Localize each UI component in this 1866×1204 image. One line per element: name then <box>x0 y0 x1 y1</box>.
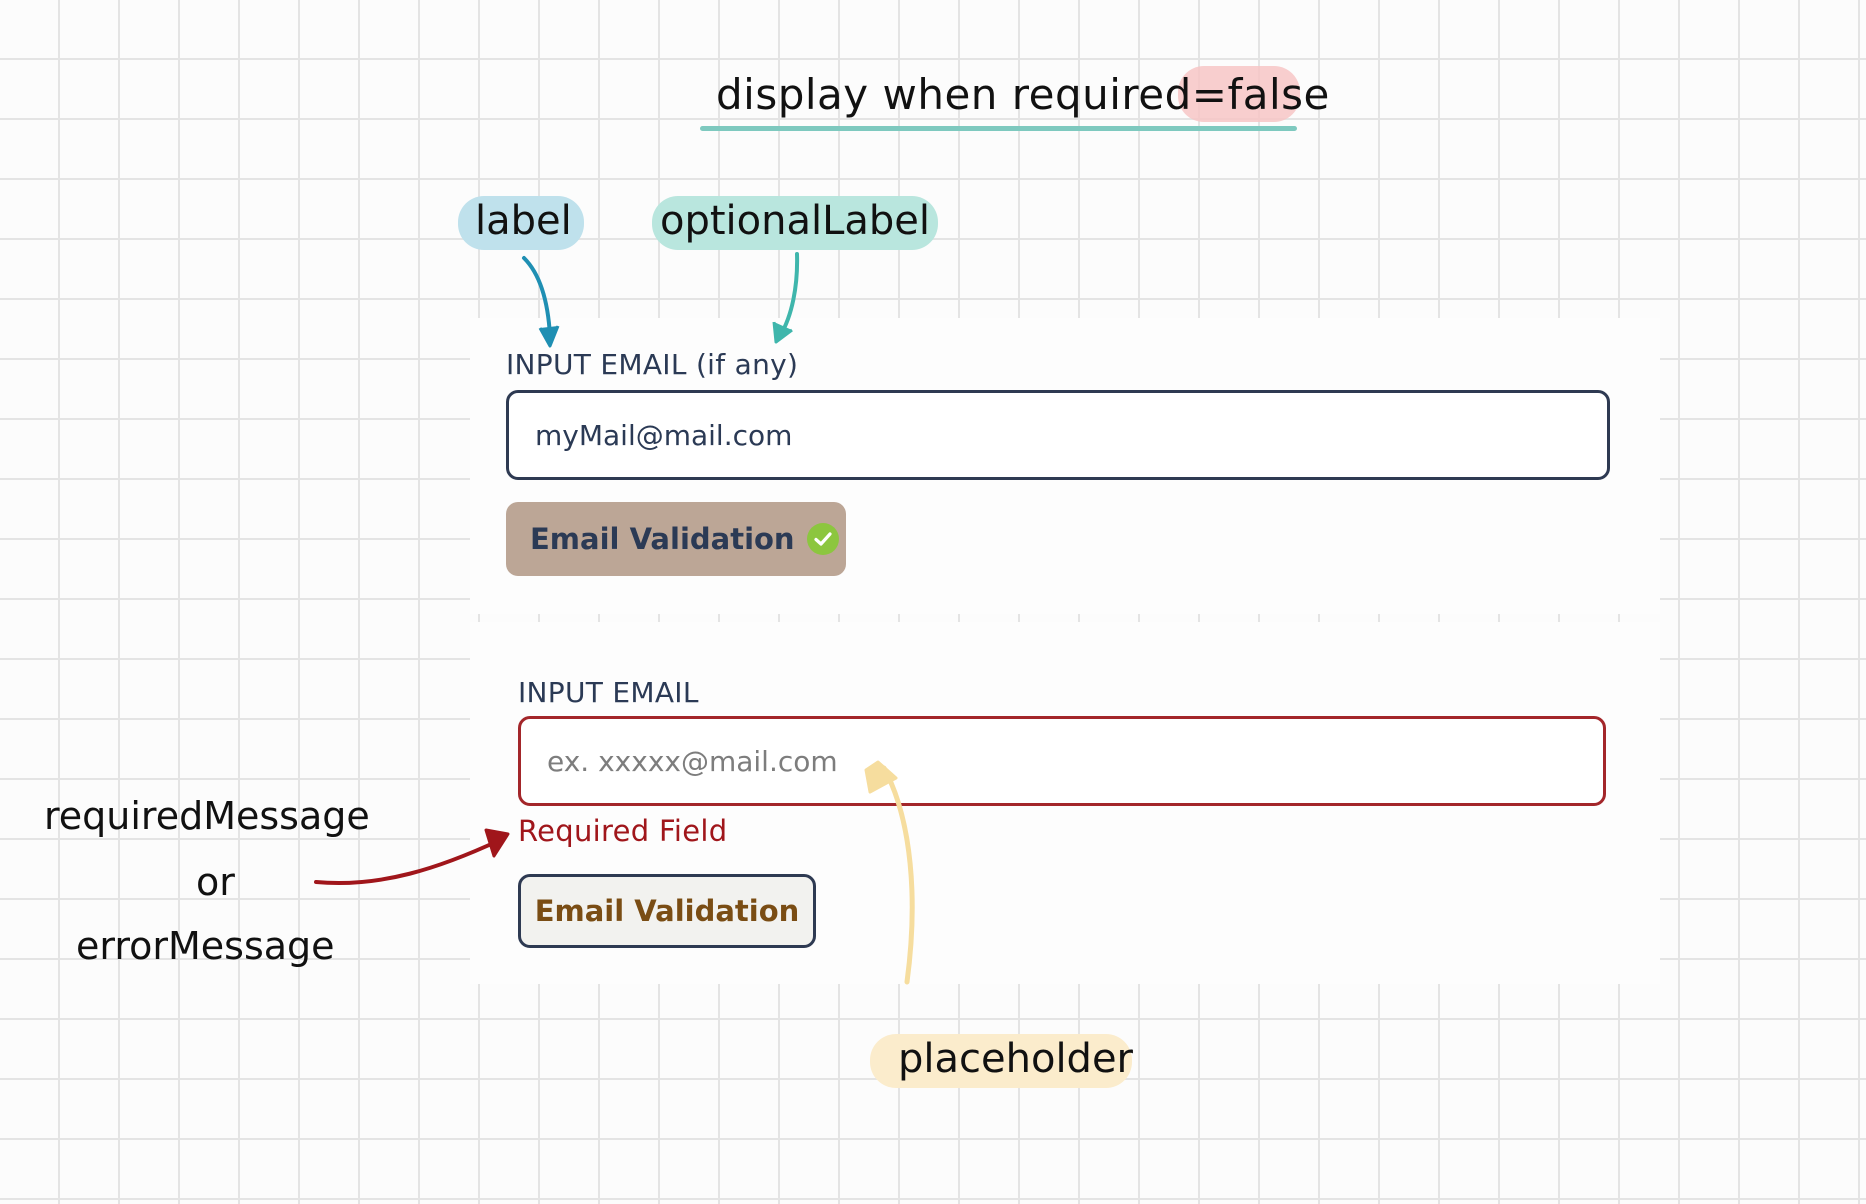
label-arrow <box>522 256 560 348</box>
placeholder-arrow <box>864 760 915 985</box>
optional-label-arrow <box>772 252 800 344</box>
error-message-arrow <box>314 828 510 886</box>
annotation-arrows <box>314 252 915 985</box>
